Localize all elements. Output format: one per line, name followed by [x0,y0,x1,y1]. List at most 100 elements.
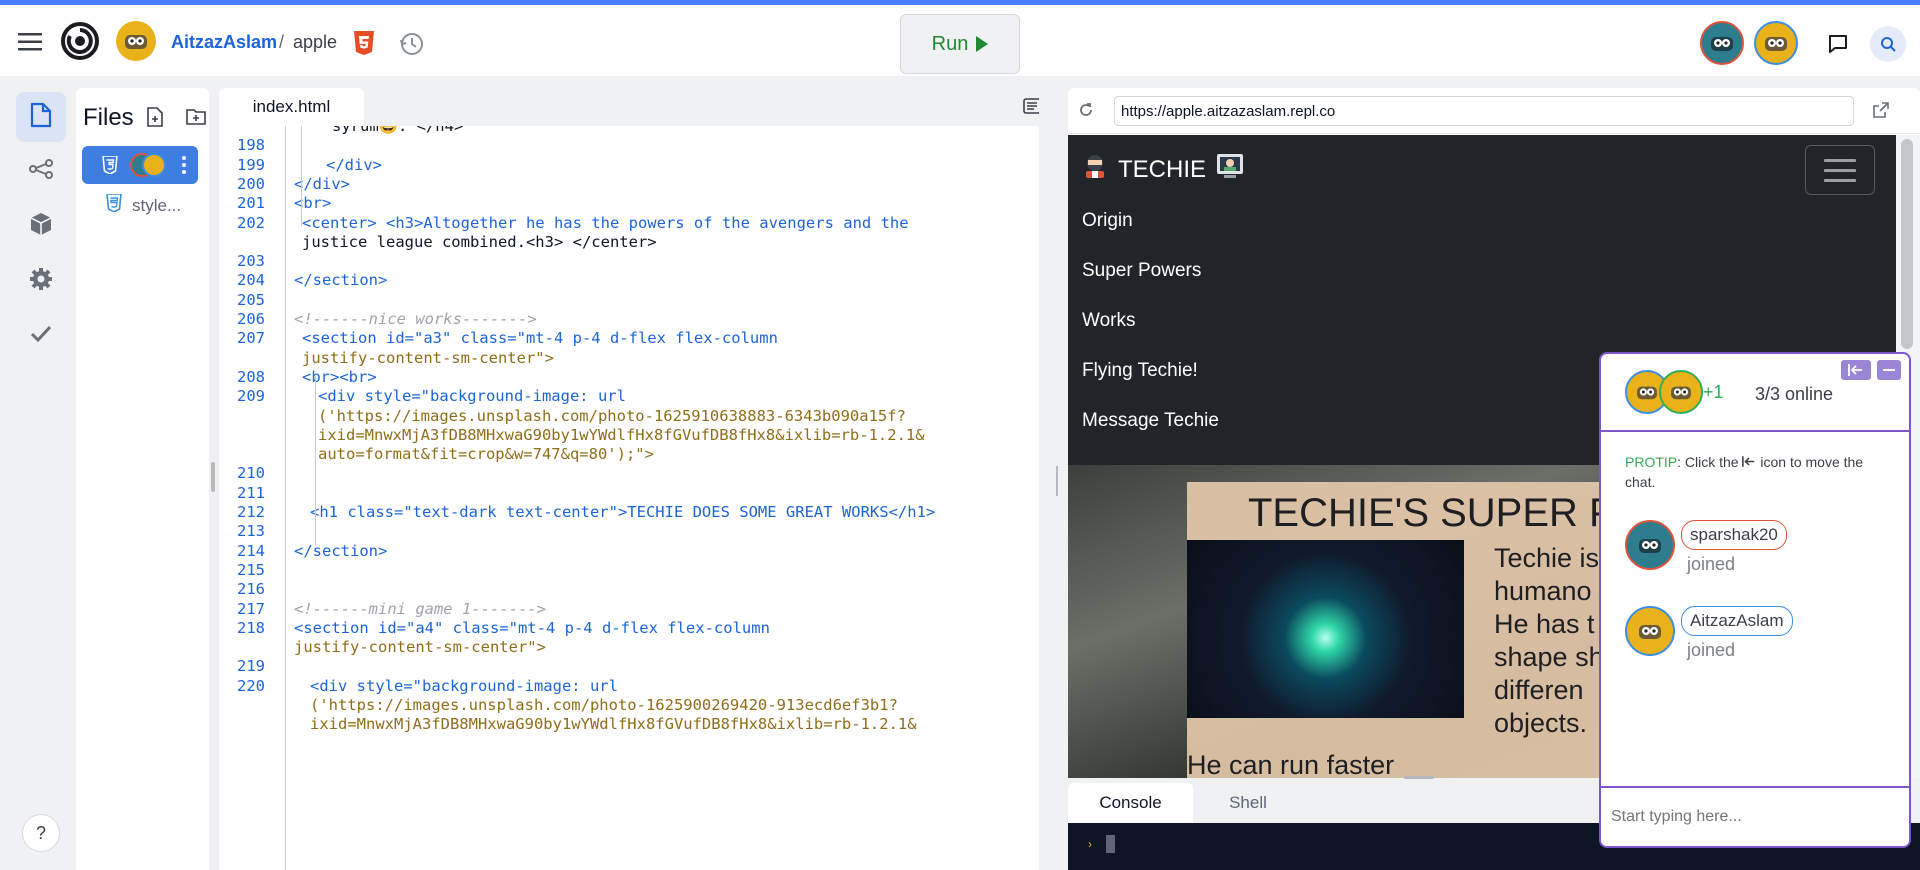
line-number: 200 [237,174,265,193]
gear-icon [29,267,53,296]
code-line: <center> <h3>Altogether he has the power… [302,213,909,232]
code-line: ('https://images.unsplash.com/photo-1625… [318,406,906,425]
packages-button[interactable] [16,201,66,251]
package-cube-icon [30,212,52,241]
code-editor: index.html syrum😄. </h4> 198 199 </div> 200 <… [219,88,1039,870]
protip-before: : Click the [1677,454,1743,470]
editor-tab-bar: index.html [219,88,1039,126]
new-folder-icon[interactable] [186,107,206,127]
nav-link-flying-techie[interactable]: Flying Techie! [1082,360,1198,382]
line-number: 213 [237,522,265,541]
line-number: 219 [237,657,265,676]
move-chat-icon[interactable] [1841,360,1871,380]
pane-resize-handle[interactable] [211,462,215,492]
html5-language-icon [353,31,375,55]
file-icon [30,102,52,133]
line-number: 204 [237,271,265,290]
glowing-orb-image [1187,540,1464,718]
files-title: Files [83,104,134,131]
code-line: <div style="background-image: url [310,676,618,695]
git-branch-icon [29,158,53,184]
line-number: 201 [237,194,265,213]
line-number: 207 [237,329,265,348]
open-in-new-tab-icon[interactable] [1873,102,1891,120]
chat-panel: +1 3/3 online PROTIP: Click the icon to … [1599,352,1911,848]
line-number: 198 [237,136,265,155]
tab-console[interactable]: Console [1068,783,1193,823]
search-icon[interactable] [1870,26,1906,62]
member-name[interactable]: AitzazAslam [1681,606,1793,636]
checks-button[interactable] [16,311,66,361]
tab-shell[interactable]: Shell [1208,783,1288,823]
hero-text-line: objects. [1494,708,1588,738]
file-item-index-html[interactable] [82,146,198,184]
chat-icon[interactable] [1823,29,1853,59]
reload-icon[interactable] [1078,102,1096,120]
collaborator-avatar-sparshak20[interactable] [1700,21,1744,65]
indent-guide [285,126,286,870]
code-line: justify-content-sm-center"> [294,638,546,657]
files-tool-button[interactable] [16,92,66,142]
checkmark-icon [30,325,52,348]
chat-input-area [1601,786,1909,846]
line-number: 203 [237,252,265,271]
code-line: </div> [294,174,350,193]
line-number: 202 [237,213,265,232]
line-number: 212 [237,503,265,521]
protip-text: PROTIP: Click the icon to move the chat. [1625,452,1895,492]
run-button[interactable]: Run [900,14,1020,74]
line-number: 215 [237,560,265,579]
version-control-button[interactable] [16,146,66,196]
run-label: Run [931,32,969,55]
code-area[interactable]: syrum😄. </h4> 198 199 </div> 200 </div> 201 <br… [219,126,1039,870]
code-line: <!------mini game 1-------> [294,599,546,618]
hero-title: TECHIE'S SUPER PO [1248,491,1647,535]
member-avatar[interactable] [1625,520,1675,570]
minimize-chat-icon[interactable] [1877,360,1901,380]
url-input[interactable]: https://apple.aitzazaslam.repl.co [1114,96,1854,126]
file-name: style... [132,195,182,215]
navbar-toggler-button[interactable] [1805,145,1875,195]
code-line: auto=format&fit=crop&w=747&q=80');"> [318,445,654,464]
indent-guide [301,126,302,226]
file-item-style[interactable]: style... [106,193,182,217]
settings-button[interactable] [16,256,66,306]
code-line: <div style="background-image: url [318,387,626,406]
hero-text-line: humano [1494,576,1592,606]
hamburger-menu-icon[interactable] [14,26,46,58]
chat-message-input[interactable] [1601,788,1909,846]
breadcrumb-repl-name[interactable]: apple [293,32,337,53]
code-line: </div> [326,155,382,174]
console-resize-handle[interactable] [1404,776,1434,779]
new-file-icon[interactable] [146,107,166,127]
site-brand[interactable]: TECHIE [1082,153,1244,186]
history-icon[interactable] [398,30,426,58]
nav-link-origin[interactable]: Origin [1082,210,1133,232]
code-line: ixid=MnwxMjA3fDB8MHxwaG90by1wYWdlfHx8fGV… [310,715,917,734]
code-line: syrum😄. </h4> [332,126,464,135]
ninja-emoji-icon [1082,153,1108,186]
member-avatar[interactable] [1625,606,1675,656]
nav-link-works[interactable]: Works [1082,310,1135,332]
nav-link-message-techie[interactable]: Message Techie [1082,410,1219,432]
tab-index-html[interactable]: index.html [219,88,364,126]
member-name[interactable]: sparshak20 [1681,520,1787,550]
file-menu-icon[interactable] [182,155,186,180]
code-line: <!------nice works-------> [294,310,537,328]
hero-text-line: shape sh [1494,642,1604,672]
code-line: ('https://images.unsplash.com/photo-1625… [310,696,898,714]
breadcrumb-user[interactable]: AitzazAslam [171,32,277,53]
code-line: </section> [294,541,388,560]
pane-resize-handle[interactable] [1053,88,1062,870]
code-line: justify-content-sm-center"> [302,348,554,367]
help-button[interactable]: ? [22,814,60,852]
user-avatar[interactable] [116,21,156,61]
css-file-icon [106,193,122,217]
nav-link-super-powers[interactable]: Super Powers [1082,260,1201,282]
replit-logo-icon[interactable] [60,21,100,61]
site-scrollbar-thumb[interactable] [1901,139,1913,349]
editor-options-icon[interactable] [1023,98,1039,116]
collaborator-avatar-aitzazaslam[interactable] [1754,21,1798,65]
top-bar: AitzazAslam / apple Run [0,0,1920,76]
line-number: 211 [237,483,265,502]
